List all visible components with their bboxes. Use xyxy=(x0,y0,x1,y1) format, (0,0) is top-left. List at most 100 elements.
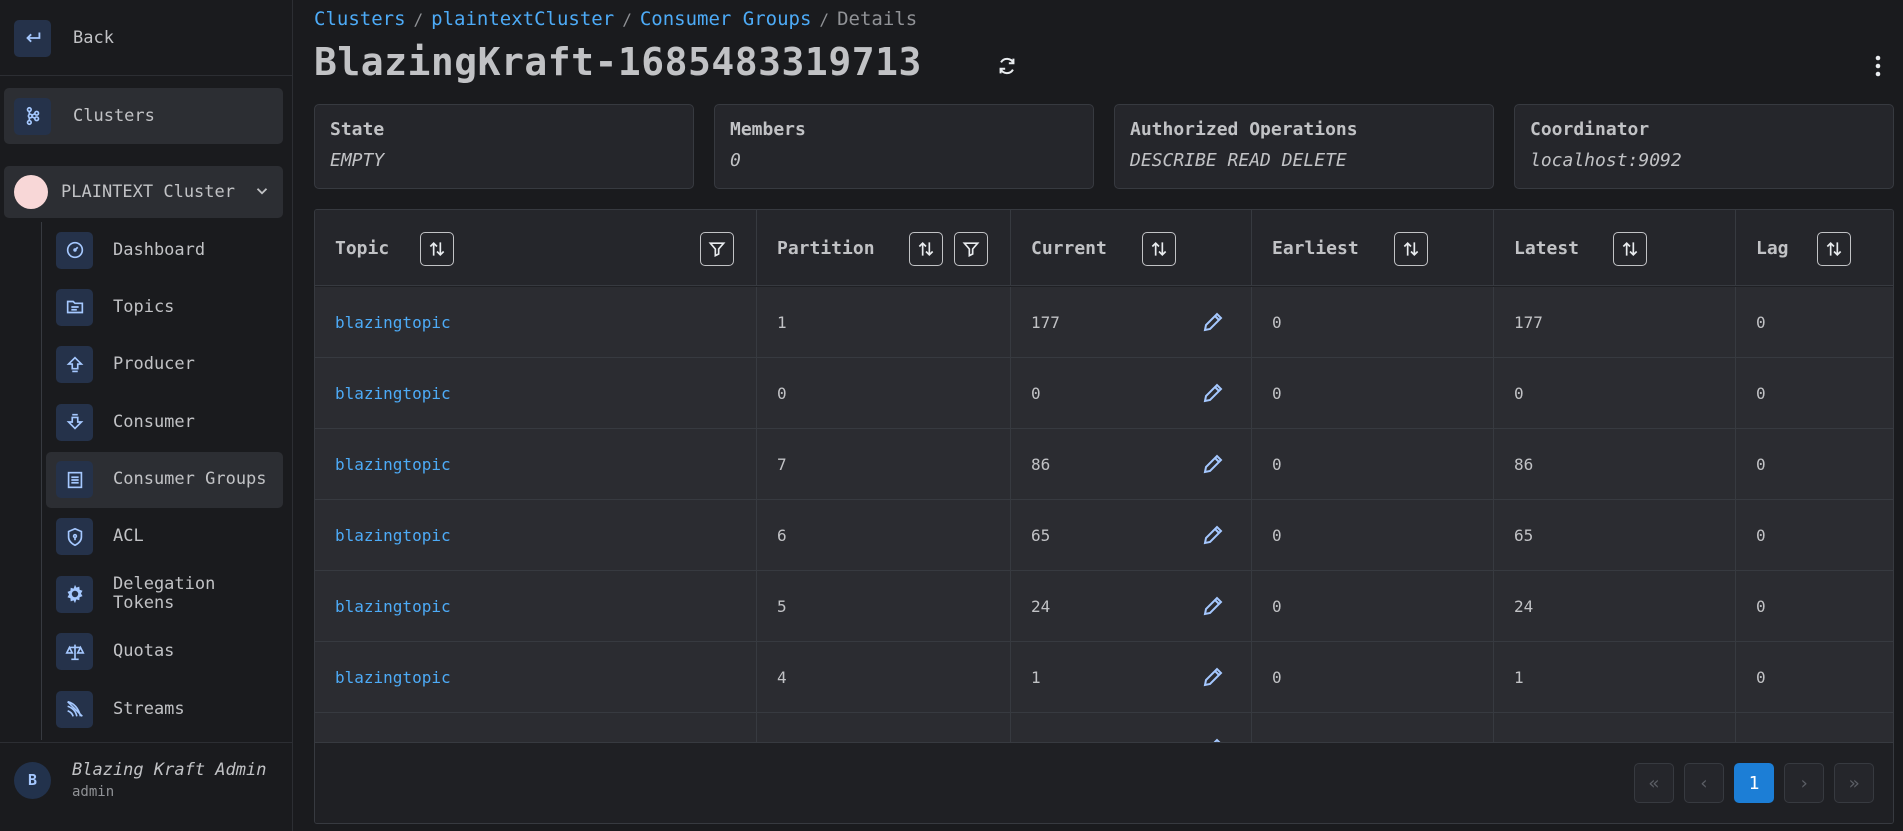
avatar: B xyxy=(14,761,51,799)
column-label: Partition xyxy=(777,237,875,259)
current-cell: 0 xyxy=(1011,358,1252,429)
earliest-cell: 0 xyxy=(1252,500,1494,571)
dashboard-icon xyxy=(56,231,93,269)
producer-icon xyxy=(56,346,93,384)
lag-cell: 0 xyxy=(1756,313,1766,332)
column-label: Topic xyxy=(335,237,390,259)
topic-link[interactable]: blazingtopic xyxy=(315,358,757,429)
table-row: blazingtopic 6 65 0 65 0 xyxy=(315,500,1893,571)
stat-card-members: Members 0 xyxy=(714,104,1094,189)
topic-link[interactable]: blazingtopic xyxy=(315,287,757,358)
last-page-button[interactable]: » xyxy=(1834,763,1874,803)
sidebar-item-clusters[interactable]: Clusters xyxy=(4,88,283,144)
user-name: Blazing Kraft Admin xyxy=(72,760,267,780)
topic-link[interactable]: blazingtopic xyxy=(315,571,757,642)
sidebar-item-acl[interactable]: ACL xyxy=(46,509,283,565)
column-topic: Topic xyxy=(315,210,757,286)
table-row: blazingtopic 1 177 0 177 0 xyxy=(315,287,1893,358)
sort-icon xyxy=(1151,241,1167,257)
stat-label: Authorized Operations xyxy=(1130,119,1358,140)
breadcrumb: Clusters / plaintextCluster / Consumer G… xyxy=(314,8,917,30)
earliest-cell: 0 xyxy=(1252,358,1494,429)
table-header: Topic Partition Current Earliest Latest … xyxy=(315,210,1893,286)
sort-button[interactable] xyxy=(909,232,943,266)
column-label: Lag xyxy=(1756,237,1789,259)
column-label: Earliest xyxy=(1272,237,1359,259)
partition-cell: 6 xyxy=(757,500,1011,571)
topic-link[interactable]: blazingtopic xyxy=(315,642,757,713)
user-role: admin xyxy=(72,784,115,800)
edit-icon[interactable] xyxy=(1201,665,1225,689)
sort-button[interactable] xyxy=(1142,232,1176,266)
sort-button[interactable] xyxy=(420,232,454,266)
edit-icon[interactable] xyxy=(1201,381,1225,405)
table-body: blazingtopic 1 177 0 177 0 blazingtopic … xyxy=(315,287,1893,752)
edit-icon[interactable] xyxy=(1201,594,1225,618)
sidebar-item-label: Streams xyxy=(113,698,185,719)
user-menu[interactable]: B Blazing Kraft Admin admin xyxy=(14,760,266,800)
chevron-down-icon xyxy=(256,188,268,195)
pagination: « ‹ 1 › » xyxy=(315,742,1893,823)
topic-link[interactable]: blazingtopic xyxy=(315,429,757,500)
latest-cell: 24 xyxy=(1494,571,1736,642)
current-value: 1 xyxy=(1031,668,1041,687)
back-label: Back xyxy=(73,28,114,48)
cluster-name: PLAINTEXT Cluster xyxy=(61,182,235,202)
divider xyxy=(0,75,293,76)
topic-link[interactable]: blazingtopic xyxy=(315,500,757,571)
back-button[interactable]: Back xyxy=(14,19,114,57)
latest-cell: 1 xyxy=(1494,642,1736,713)
filter-button[interactable] xyxy=(700,232,734,266)
filter-icon xyxy=(962,242,980,258)
more-vertical-icon[interactable] xyxy=(1868,52,1888,80)
partition-cell: 4 xyxy=(757,642,1011,713)
sidebar-item-delegation-tokens[interactable]: Delegation Tokens xyxy=(46,566,283,622)
breadcrumb-separator: / xyxy=(622,9,632,29)
current-value: 86 xyxy=(1031,455,1051,474)
cluster-selector[interactable]: PLAINTEXT Cluster xyxy=(4,166,283,218)
sort-icon xyxy=(1622,241,1638,257)
sort-icon xyxy=(1403,241,1419,257)
sort-button[interactable] xyxy=(1394,232,1428,266)
prev-page-button[interactable]: ‹ xyxy=(1684,763,1724,803)
sidebar-item-streams[interactable]: Streams xyxy=(46,681,283,737)
latest-cell: 177 xyxy=(1494,287,1736,358)
latest-cell: 0 xyxy=(1494,358,1736,429)
sidebar-item-label: Consumer Groups xyxy=(113,469,267,490)
stat-card-authorized-operations: Authorized Operations DESCRIBE READ DELE… xyxy=(1114,104,1494,189)
filter-button[interactable] xyxy=(954,232,988,266)
sidebar-item-consumer-groups[interactable]: Consumer Groups xyxy=(46,451,283,508)
breadcrumb-clusters[interactable]: Clusters xyxy=(314,8,406,30)
next-page-button[interactable]: › xyxy=(1784,763,1824,803)
sidebar-item-quotas[interactable]: Quotas xyxy=(46,624,283,680)
column-lag: Lag xyxy=(1736,210,1893,286)
sidebar-item-consumer[interactable]: Consumer xyxy=(46,394,283,450)
sidebar-item-label: Dashboard xyxy=(113,239,206,260)
column-current: Current xyxy=(1011,210,1252,286)
first-page-button[interactable]: « xyxy=(1634,763,1674,803)
partition-cell: 5 xyxy=(757,571,1011,642)
table-row: blazingtopic 7 86 0 86 0 xyxy=(315,429,1893,500)
sidebar-item-label: Clusters xyxy=(73,106,155,126)
stat-card-state: State EMPTY xyxy=(314,104,694,189)
stat-label: Members xyxy=(730,119,806,140)
breadcrumb-consumer-groups[interactable]: Consumer Groups xyxy=(640,8,812,30)
partition-cell: 0 xyxy=(757,358,1011,429)
edit-icon[interactable] xyxy=(1201,452,1225,476)
subnav-guide-line xyxy=(41,222,42,740)
shield-icon xyxy=(56,518,93,556)
sort-button[interactable] xyxy=(1613,232,1647,266)
breadcrumb-cluster[interactable]: plaintextCluster xyxy=(431,8,614,30)
sidebar-item-dashboard[interactable]: Dashboard xyxy=(46,222,283,278)
page-button-1[interactable]: 1 xyxy=(1734,763,1774,803)
sidebar-item-topics[interactable]: Topics xyxy=(46,279,283,335)
streams-icon xyxy=(56,690,93,728)
sidebar-item-label: Producer xyxy=(113,354,195,375)
refresh-icon[interactable] xyxy=(996,55,1018,77)
edit-icon[interactable] xyxy=(1201,523,1225,547)
sort-button[interactable] xyxy=(1817,232,1851,266)
sidebar-item-producer[interactable]: Producer xyxy=(46,337,283,393)
sidebar-item-label: Quotas xyxy=(113,641,175,662)
clusters-icon xyxy=(14,97,51,135)
edit-icon[interactable] xyxy=(1201,310,1225,334)
